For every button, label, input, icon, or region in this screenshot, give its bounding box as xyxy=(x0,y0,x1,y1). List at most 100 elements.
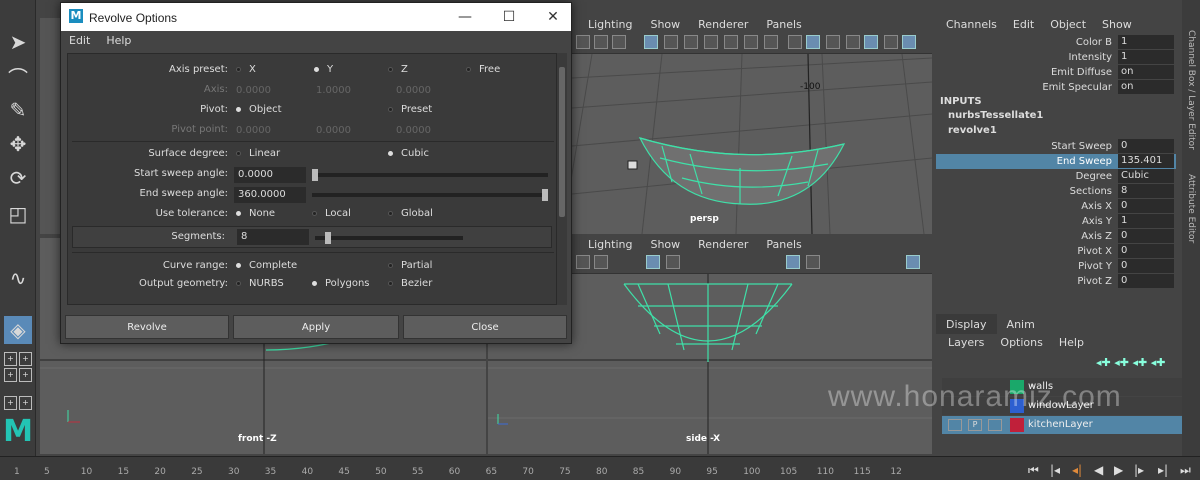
channel-box-layer-editor-tab[interactable]: Channel Box / Layer Editor xyxy=(1186,30,1196,150)
channel-value[interactable]: 8 xyxy=(1118,184,1174,198)
segments-slider-handle[interactable] xyxy=(325,232,331,244)
channel-value[interactable]: Cubic xyxy=(1118,169,1174,183)
layout-buttons-3[interactable]: + + xyxy=(4,396,32,410)
persp-viewport[interactable]: Lighting Show Renderer Panels -100 persp xyxy=(572,18,932,234)
axis-x-field[interactable]: 0.0000 xyxy=(232,83,304,99)
go-to-end-icon[interactable]: ⏭ xyxy=(1180,463,1191,478)
layout-c[interactable]: + xyxy=(4,368,17,382)
tolerance-none-radio[interactable]: None xyxy=(236,208,275,219)
layer-visibility-toggle[interactable] xyxy=(948,419,962,431)
time-slider[interactable]: 1 5 10 15 20 25 30 35 40 45 50 55 60 65 70 75 80 85 90 95 10… xyxy=(0,456,1200,480)
attribute-editor-tab[interactable]: Attribute Editor xyxy=(1186,174,1196,243)
input-node-revolve[interactable]: revolve1 xyxy=(948,125,997,136)
pivot-y-field[interactable]: 0.0000 xyxy=(312,123,384,139)
end-sweep-slider[interactable] xyxy=(312,193,548,197)
step-back-key-icon[interactable]: |◂ xyxy=(1050,463,1060,477)
play-backward-icon[interactable]: ◀ xyxy=(1094,463,1103,477)
channel-row[interactable]: Axis Z 0 xyxy=(936,229,1176,244)
pivot-preset-radio[interactable]: Preset xyxy=(388,104,432,115)
minimize-icon[interactable]: — xyxy=(451,7,479,27)
step-back-frame-icon[interactable]: ◂| xyxy=(1072,463,1082,477)
single-perspective-icon[interactable]: ◈ xyxy=(4,316,32,344)
dialog-menu-edit[interactable]: Edit xyxy=(69,31,90,51)
dialog-scrollbar[interactable] xyxy=(557,53,567,305)
layer-display-toggle[interactable] xyxy=(988,419,1002,431)
channel-row[interactable]: Axis X 0 xyxy=(936,199,1176,214)
channel-row[interactable]: Intensity 1 xyxy=(936,50,1176,65)
degree-cubic-radio[interactable]: Cubic xyxy=(388,148,429,159)
channel-value[interactable]: on xyxy=(1118,80,1174,94)
layout-a[interactable]: + xyxy=(4,352,17,366)
maximize-icon[interactable]: ☐ xyxy=(495,7,523,27)
channel-value[interactable]: 1 xyxy=(1118,50,1174,64)
channel-value[interactable]: 0 xyxy=(1118,199,1174,213)
segments-slider[interactable] xyxy=(315,236,463,240)
axis-y-radio[interactable]: Y xyxy=(314,64,333,75)
dialog-menu-help[interactable]: Help xyxy=(106,31,131,51)
scrollbar-thumb[interactable] xyxy=(559,67,565,217)
range-complete-radio[interactable]: Complete xyxy=(236,260,297,271)
axis-z-field[interactable]: 0.0000 xyxy=(392,83,464,99)
paint-select-icon[interactable]: ✎ xyxy=(4,96,32,124)
pivot-x-field[interactable]: 0.0000 xyxy=(232,123,304,139)
dialog-titlebar[interactable]: M Revolve Options — ☐ ✕ xyxy=(61,3,571,31)
move-tool-icon[interactable]: ✥ xyxy=(4,130,32,158)
tolerance-local-radio[interactable]: Local xyxy=(312,208,351,219)
pivot-z-field[interactable]: 0.0000 xyxy=(392,123,464,139)
end-sweep-field[interactable]: 360.0000 xyxy=(234,187,306,203)
layers-menu[interactable]: Layers xyxy=(948,334,984,352)
channel-row[interactable]: Pivot Z 0 xyxy=(936,274,1176,289)
play-forward-icon[interactable]: ▶ xyxy=(1114,463,1123,477)
output-nurbs-radio[interactable]: NURBS xyxy=(236,278,284,289)
output-bezier-radio[interactable]: Bezier xyxy=(388,278,432,289)
step-forward-key-icon[interactable]: ▸| xyxy=(1158,463,1168,477)
input-node-tessellate[interactable]: nurbsTessellate1 xyxy=(948,110,1043,121)
go-to-start-icon[interactable]: ⏮ xyxy=(1028,463,1039,478)
channel-row[interactable]: Pivot X 0 xyxy=(936,244,1176,259)
channel-value[interactable]: 1 xyxy=(1118,214,1174,228)
channel-value[interactable]: 0 xyxy=(1118,274,1174,288)
channel-row[interactable]: Sections 8 xyxy=(936,184,1176,199)
apply-button[interactable]: Apply xyxy=(233,315,399,339)
start-sweep-slider[interactable] xyxy=(312,173,548,177)
channel-value[interactable]: 0 xyxy=(1118,139,1174,153)
revolve-button[interactable]: Revolve xyxy=(65,315,229,339)
layout-d[interactable]: + xyxy=(19,368,32,382)
channel-row-selected[interactable]: End Sweep 135.401 xyxy=(936,154,1176,169)
segments-field[interactable]: 8 xyxy=(237,229,309,245)
pivot-object-radio[interactable]: Object xyxy=(236,104,282,115)
layout-buttons-1[interactable]: + + xyxy=(4,352,32,366)
layer-playback-toggle[interactable]: P xyxy=(968,419,982,431)
layout-buttons-2[interactable]: + + xyxy=(4,368,32,382)
axis-x-radio[interactable]: X xyxy=(236,64,256,75)
channel-row[interactable]: Degree Cubic xyxy=(936,169,1176,184)
step-forward-frame-icon[interactable]: |▸ xyxy=(1134,463,1144,477)
lasso-tool-icon[interactable]: ⌒ xyxy=(4,62,32,90)
layer-action-icons[interactable]: ◂✚ ◂✚ ◂✚ ◂✚ xyxy=(1096,356,1165,369)
layer-options-menu[interactable]: Options xyxy=(1000,334,1042,352)
axis-y-field[interactable]: 1.0000 xyxy=(312,83,384,99)
tab-anim[interactable]: Anim xyxy=(997,314,1045,334)
close-button[interactable]: Close xyxy=(403,315,567,339)
channel-value[interactable]: 1 xyxy=(1118,35,1174,49)
channel-value[interactable]: 0 xyxy=(1118,259,1174,273)
channel-row[interactable]: Emit Specular on xyxy=(936,80,1176,95)
layout-f[interactable]: + xyxy=(19,396,32,410)
output-polygons-radio[interactable]: Polygons xyxy=(312,278,370,289)
start-sweep-field[interactable]: 0.0000 xyxy=(234,167,306,183)
range-partial-radio[interactable]: Partial xyxy=(388,260,432,271)
layout-b[interactable]: + xyxy=(19,352,32,366)
channel-value[interactable]: 0 xyxy=(1118,244,1174,258)
channel-row[interactable]: Emit Diffuse on xyxy=(936,65,1176,80)
channel-row[interactable]: Start Sweep 0 xyxy=(936,139,1176,154)
layer-help-menu[interactable]: Help xyxy=(1059,334,1084,352)
layer-color-swatch[interactable] xyxy=(1010,418,1024,432)
channel-value[interactable]: on xyxy=(1118,65,1174,79)
scale-tool-icon[interactable]: ◰ xyxy=(4,200,32,228)
snap-curve-icon[interactable]: ∿ xyxy=(4,264,32,292)
axis-free-radio[interactable]: Free xyxy=(466,64,500,75)
select-tool-icon[interactable]: ➤ xyxy=(4,28,32,56)
channel-row[interactable]: Color B 1 xyxy=(936,35,1176,50)
rotate-tool-icon[interactable]: ⟳ xyxy=(4,164,32,192)
end-sweep-slider-handle[interactable] xyxy=(542,189,548,201)
